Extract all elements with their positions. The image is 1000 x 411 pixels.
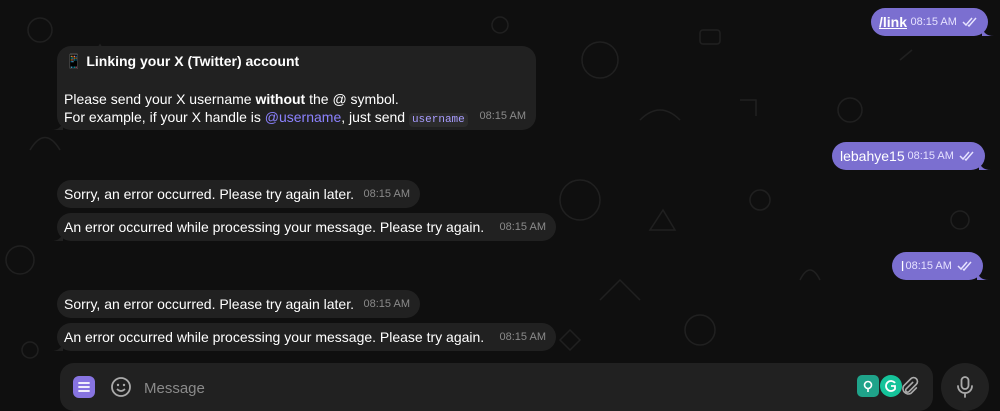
bubble-tail xyxy=(977,268,989,280)
title-text: Linking your X (Twitter) account xyxy=(86,53,300,69)
message-time: 08:15 AM xyxy=(910,16,957,28)
message-text: lebahye15 xyxy=(840,148,905,164)
line1-text: Please send your X username xyxy=(64,91,256,107)
incoming-message-error: An error occurred while processing your … xyxy=(51,213,556,241)
bubble-tail xyxy=(51,339,63,351)
line2-text: For example, if your X handle is xyxy=(64,109,265,125)
bubble-tail xyxy=(51,229,63,241)
message-meta: 08:15 AM xyxy=(907,147,975,165)
incoming-message-link-instructions: 📱 Linking your X (Twitter) account Pleas… xyxy=(51,46,536,130)
incoming-message-error: An error occurred while processing your … xyxy=(51,323,556,351)
instructions-line-1: Please send your X username without the … xyxy=(64,90,399,108)
message-time: 08:15 AM xyxy=(499,331,546,343)
message-time: 08:15 AM xyxy=(499,221,546,233)
message-time: 08:15 AM xyxy=(905,260,952,272)
bubble-tail xyxy=(982,24,994,36)
line1-end: the @ symbol. xyxy=(305,91,399,107)
link-command[interactable]: /link xyxy=(879,13,907,31)
username-mention[interactable]: @username xyxy=(265,109,341,125)
line2-mid: , just send xyxy=(341,109,409,125)
line1-bold: without xyxy=(255,91,306,107)
outgoing-message-l: l 08:15 AM xyxy=(892,252,989,280)
message-composer xyxy=(60,363,933,411)
microphone-icon[interactable] xyxy=(941,363,989,411)
message-meta: 08:15 AM xyxy=(905,257,973,275)
paperclip-icon[interactable] xyxy=(898,376,920,398)
bubble-tail xyxy=(979,158,991,170)
smile-icon[interactable] xyxy=(109,375,133,399)
incoming-message-error: Sorry, an error occurred. Please try aga… xyxy=(57,180,420,208)
double-check-icon xyxy=(959,151,974,162)
menu-icon[interactable] xyxy=(73,376,95,398)
double-check-icon xyxy=(957,261,972,272)
grammar-extension-icon[interactable] xyxy=(857,375,879,397)
message-time: 08:15 AM xyxy=(907,150,954,162)
message-time: 08:15 AM xyxy=(479,110,526,122)
double-check-icon xyxy=(962,17,977,28)
message-meta: 08:15 AM xyxy=(910,13,978,31)
message-text: An error occurred while processing your … xyxy=(64,219,485,235)
incoming-message-error: Sorry, an error occurred. Please try aga… xyxy=(57,290,420,318)
message-time: 08:15 AM xyxy=(363,298,410,310)
outgoing-message-link-command: /link 08:15 AM xyxy=(871,8,994,36)
outgoing-message-username: lebahye15 08:15 AM xyxy=(832,142,991,170)
bubble-tail xyxy=(51,118,63,130)
message-text: Sorry, an error occurred. Please try aga… xyxy=(64,296,354,312)
phone-emoji: 📱 xyxy=(65,53,83,69)
message-time: 08:15 AM xyxy=(363,188,410,200)
username-code[interactable]: username xyxy=(408,113,468,127)
message-text: Sorry, an error occurred. Please try aga… xyxy=(64,186,354,202)
instructions-line-2: For example, if your X handle is @userna… xyxy=(64,108,468,129)
message-text: An error occurred while processing your … xyxy=(64,329,485,345)
message-text: l xyxy=(901,258,905,274)
instructions-title: 📱 Linking your X (Twitter) account xyxy=(65,52,299,70)
message-input[interactable] xyxy=(142,375,826,401)
